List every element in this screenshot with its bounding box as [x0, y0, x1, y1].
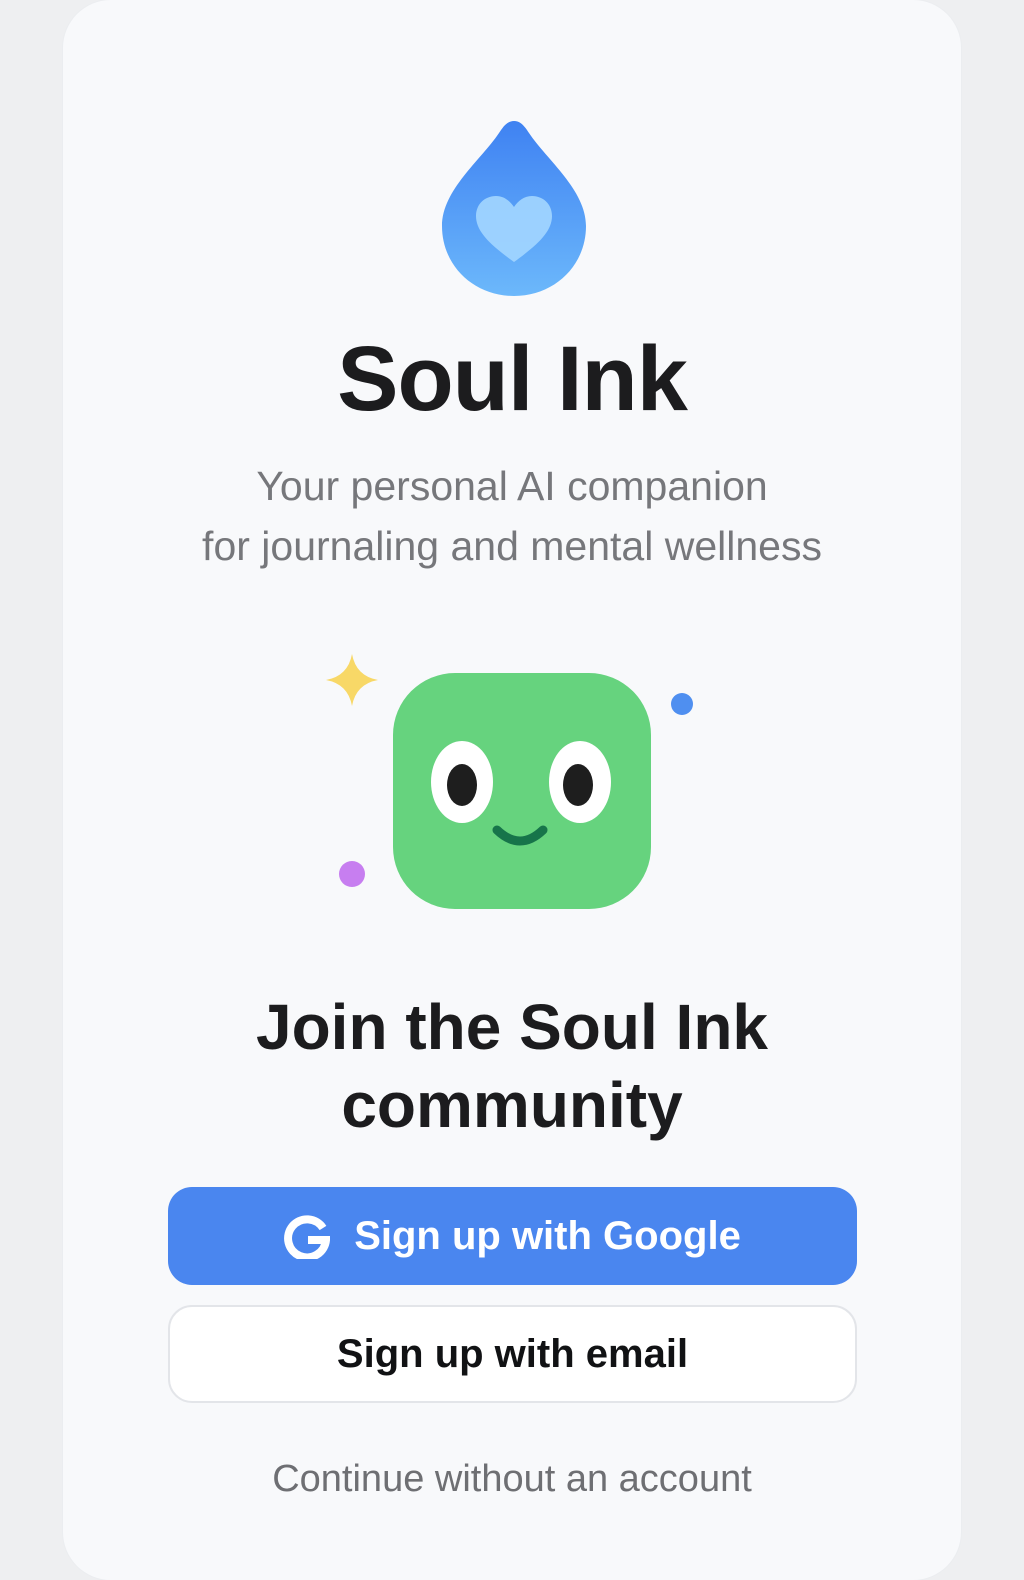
mascot-face-icon	[393, 673, 651, 909]
join-heading-line-1: Join the Soul Ink	[255, 991, 769, 1063]
sign-up-google-label: Sign up with Google	[354, 1213, 741, 1258]
tagline-line-1: Your personal AI companion	[256, 463, 768, 509]
blue-dot-icon	[671, 693, 693, 715]
sign-up-email-label: Sign up with email	[336, 1331, 689, 1376]
water-drop-heart-icon	[442, 121, 586, 296]
join-heading-line-2: community	[341, 1069, 683, 1141]
sign-up-email-button[interactable]: Sign up with email	[168, 1305, 857, 1403]
google-g-icon	[284, 1215, 331, 1259]
tagline-line-2: for journaling and mental wellness	[202, 523, 822, 569]
mascot-illustration	[326, 654, 693, 909]
sparkle-icon	[326, 654, 378, 706]
app-title: Soul Ink	[337, 328, 688, 430]
sign-up-google-button[interactable]: Sign up with Google	[168, 1187, 857, 1285]
continue-without-account-link[interactable]: Continue without an account	[0, 1452, 1024, 1506]
purple-dot-icon	[339, 861, 365, 887]
